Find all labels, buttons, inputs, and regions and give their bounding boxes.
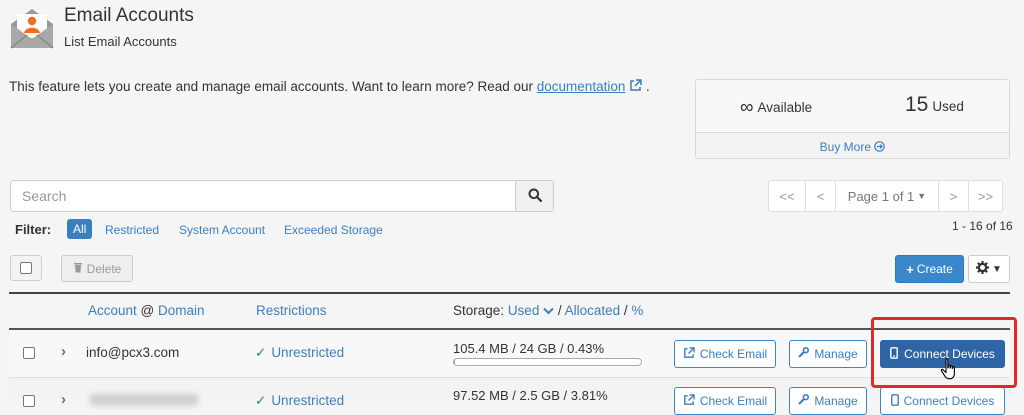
used-sort-label: Used bbox=[507, 303, 540, 318]
restriction-label: Unrestricted bbox=[271, 393, 345, 408]
wrench-icon bbox=[798, 346, 810, 361]
account-header-label: Account bbox=[88, 303, 137, 318]
table-row: › ✓ Unrestricted 97.52 MB / 2.5 GB / 3.81… bbox=[9, 378, 1010, 415]
column-header-restrictions[interactable]: Restrictions bbox=[256, 303, 327, 318]
settings-dropdown-button[interactable]: ▼ bbox=[968, 255, 1010, 283]
used-count: 15 bbox=[905, 93, 929, 116]
page-title: Email Accounts bbox=[64, 5, 194, 26]
select-all-checkbox[interactable] bbox=[10, 255, 42, 281]
next-page-button[interactable]: > bbox=[939, 180, 969, 212]
manage-label: Manage bbox=[814, 347, 858, 361]
arrow-circle-right-icon bbox=[874, 140, 886, 154]
first-page-button[interactable]: << bbox=[768, 180, 806, 212]
search-icon bbox=[528, 188, 542, 205]
intro-suffix: . bbox=[645, 79, 650, 94]
plus-icon: + bbox=[906, 261, 914, 277]
chevron-down-icon bbox=[543, 303, 554, 318]
checkbox bbox=[20, 262, 32, 274]
storage-progress-bar bbox=[453, 358, 642, 366]
buy-more-link[interactable]: Buy More bbox=[696, 140, 1009, 154]
hand-cursor-icon bbox=[940, 357, 958, 384]
storage-header-label: Storage: bbox=[453, 303, 505, 318]
restriction-label: Unrestricted bbox=[271, 345, 345, 360]
email-accounts-icon bbox=[9, 6, 55, 50]
trash-icon bbox=[73, 262, 83, 276]
manage-button[interactable]: Manage bbox=[789, 340, 867, 368]
available-stat: ∞ Available bbox=[740, 97, 812, 119]
gear-icon bbox=[976, 261, 990, 277]
intro-description: This feature lets you create and manage … bbox=[9, 79, 537, 94]
infinity-symbol: ∞ bbox=[740, 97, 754, 118]
search-box bbox=[10, 180, 554, 212]
prev-page-button[interactable]: < bbox=[806, 180, 836, 212]
expand-row-chevron-icon[interactable]: › bbox=[61, 343, 66, 360]
redacted-account-email bbox=[89, 394, 199, 406]
page-select-label: Page 1 of 1 bbox=[847, 188, 915, 204]
checkmark-icon: ✓ bbox=[255, 345, 267, 360]
checkmark-icon: ✓ bbox=[255, 393, 267, 408]
intro-text: This feature lets you create and manage … bbox=[9, 79, 650, 94]
external-link-icon bbox=[683, 393, 695, 409]
page-subtitle: List Email Accounts bbox=[64, 34, 177, 49]
check-email-label: Check Email bbox=[699, 394, 768, 408]
row-checkbox[interactable] bbox=[23, 347, 35, 359]
check-email-button[interactable]: Check Email bbox=[674, 387, 776, 415]
last-page-button[interactable]: >> bbox=[969, 180, 1003, 212]
delete-button[interactable]: Delete bbox=[61, 255, 133, 282]
caret-down-icon: ▼ bbox=[917, 191, 927, 201]
external-link-icon bbox=[683, 346, 695, 362]
external-link-icon bbox=[629, 79, 642, 94]
caret-down-icon: ▼ bbox=[992, 263, 1002, 275]
domain-header-label: Domain bbox=[158, 303, 205, 318]
table-top-divider bbox=[9, 292, 1010, 294]
manage-label: Manage bbox=[814, 394, 858, 408]
sort-allocated-link[interactable]: Allocated bbox=[565, 303, 621, 318]
mobile-phone-icon bbox=[890, 393, 899, 409]
storage-progress-fill bbox=[454, 359, 455, 365]
column-header-storage: Storage: Used / Allocated / % bbox=[453, 303, 644, 318]
buy-more-label: Buy More bbox=[819, 140, 871, 154]
account-email: info@pcx3.com bbox=[86, 345, 180, 360]
at-symbol: @ bbox=[140, 303, 155, 318]
sort-used-link[interactable]: Used bbox=[508, 303, 554, 318]
check-email-label: Check Email bbox=[699, 347, 768, 361]
search-button[interactable] bbox=[515, 181, 553, 211]
column-header-account[interactable]: Account @ Domain bbox=[88, 303, 205, 318]
check-email-button[interactable]: Check Email bbox=[674, 340, 776, 368]
available-label: Available bbox=[757, 100, 813, 115]
filter-exceeded-storage[interactable]: Exceeded Storage bbox=[284, 223, 383, 237]
checkbox bbox=[23, 347, 35, 359]
expand-row-chevron-icon[interactable]: › bbox=[61, 391, 66, 408]
page-select[interactable]: Page 1 of 1 ▼ bbox=[836, 180, 939, 212]
result-count: 1 - 16 of 16 bbox=[952, 219, 1013, 233]
used-stat: 15 Used bbox=[905, 93, 964, 117]
filter-system-account[interactable]: System Account bbox=[179, 223, 265, 237]
documentation-link[interactable]: documentation bbox=[537, 79, 626, 94]
table-row: › info@pcx3.com ✓ Unrestricted 105.4 MB /… bbox=[9, 330, 1010, 378]
create-button[interactable]: + Create bbox=[895, 255, 964, 283]
search-input[interactable] bbox=[11, 181, 517, 211]
delete-label: Delete bbox=[86, 261, 122, 276]
storage-usage: 105.4 MB / 24 GB / 0.43% bbox=[453, 341, 605, 356]
manage-button[interactable]: Manage bbox=[789, 387, 867, 415]
create-label: Create bbox=[916, 262, 953, 276]
filter-label: Filter: bbox=[15, 222, 52, 237]
restriction-status: ✓ Unrestricted bbox=[255, 345, 344, 361]
filter-all[interactable]: All bbox=[67, 219, 93, 239]
sort-percent-link[interactable]: % bbox=[631, 303, 643, 318]
connect-devices-button[interactable]: Connect Devices bbox=[880, 387, 1005, 415]
checkbox bbox=[23, 395, 35, 407]
storage-usage: 97.52 MB / 2.5 GB / 3.81% bbox=[453, 388, 608, 403]
row-checkbox[interactable] bbox=[23, 395, 35, 407]
restriction-status: ✓ Unrestricted bbox=[255, 393, 344, 409]
used-label: Used bbox=[932, 99, 964, 114]
pagination: << < Page 1 of 1 ▼ > >> bbox=[768, 180, 1003, 212]
connect-devices-label: Connect Devices bbox=[903, 394, 995, 408]
wrench-icon bbox=[798, 393, 810, 408]
account-stats-panel: ∞ Available 15 Used Buy More bbox=[695, 79, 1010, 159]
filter-restricted[interactable]: Restricted bbox=[105, 223, 159, 237]
